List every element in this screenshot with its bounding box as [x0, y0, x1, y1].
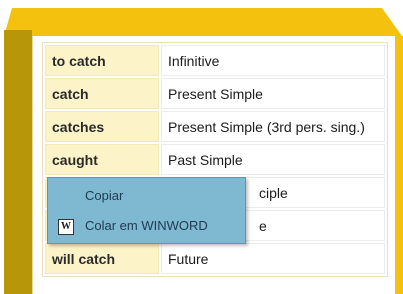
tense-cell[interactable]: Past Simple — [161, 144, 385, 175]
verb-form-cell[interactable]: catch — [45, 78, 159, 109]
verb-form-cell[interactable]: catches — [45, 111, 159, 142]
word-icon: W — [58, 219, 74, 235]
tense-cell[interactable]: Infinitive — [161, 45, 385, 76]
context-menu: Copiar W Colar em WINWORD — [47, 177, 246, 244]
table-row[interactable]: catches Present Simple (3rd pers. sing.) — [45, 111, 385, 142]
table-row[interactable]: catch Present Simple — [45, 78, 385, 109]
menu-item-copy[interactable]: Copiar — [48, 182, 245, 210]
frame-right — [394, 36, 403, 294]
frame-left — [4, 30, 32, 294]
table-row[interactable]: caught Past Simple — [45, 144, 385, 175]
tense-cell[interactable]: Present Simple — [161, 78, 385, 109]
table-row[interactable]: will catch Future — [45, 243, 385, 274]
menu-item-paste-winword[interactable]: W Colar em WINWORD — [48, 212, 245, 240]
tense-cell[interactable]: Present Simple (3rd pers. sing.) — [161, 111, 385, 142]
verb-form-cell[interactable]: to catch — [45, 45, 159, 76]
menu-item-label: Copiar — [85, 188, 124, 203]
table-row[interactable]: to catch Infinitive — [45, 45, 385, 76]
tense-cell[interactable]: Future — [161, 243, 385, 274]
frame-top — [4, 8, 402, 36]
verb-form-cell[interactable]: caught — [45, 144, 159, 175]
verb-form-cell[interactable]: will catch — [45, 243, 159, 274]
menu-item-label: Colar em WINWORD — [85, 218, 208, 233]
verb-panel: to catch Infinitive catch Present Simple… — [32, 36, 395, 294]
